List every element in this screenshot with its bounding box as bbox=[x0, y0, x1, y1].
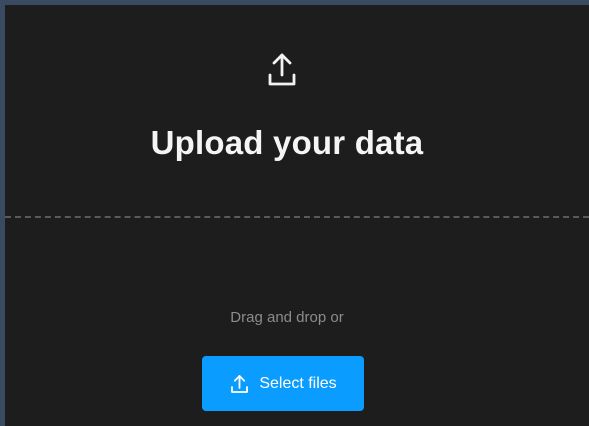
upload-icon bbox=[229, 373, 250, 394]
dashed-divider bbox=[5, 216, 589, 218]
upload-header: Upload your data bbox=[5, 5, 589, 217]
upload-panel: Upload your data Drag and drop or Select… bbox=[5, 5, 589, 426]
drag-and-drop-text: Drag and drop or bbox=[230, 309, 344, 326]
select-files-button[interactable]: Select files bbox=[202, 356, 364, 411]
file-drop-zone[interactable]: Drag and drop or Select files bbox=[5, 219, 589, 426]
upload-icon bbox=[266, 51, 298, 87]
select-files-label: Select files bbox=[259, 374, 337, 392]
page-title: Upload your data bbox=[150, 124, 424, 161]
